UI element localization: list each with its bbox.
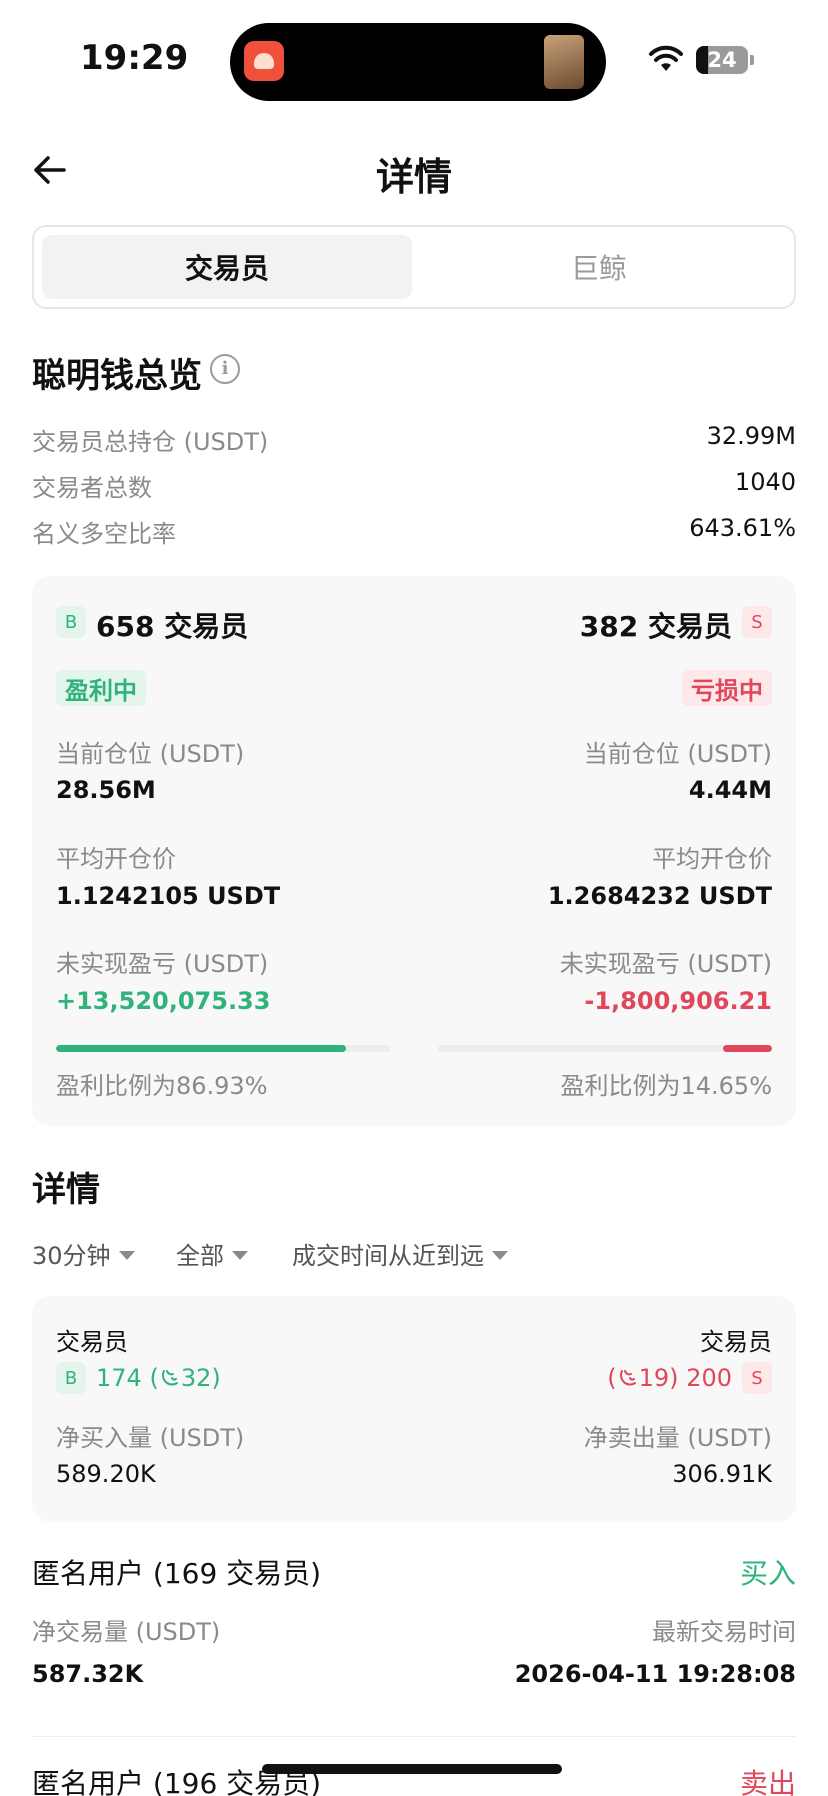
short-profit-ratio: 盈利比例为14.65% (560, 1072, 772, 1100)
filter-scope[interactable]: 全部 (176, 1236, 248, 1271)
long-position-label: 当前仓位 (USDT) (56, 740, 245, 768)
app-icon (244, 41, 284, 81)
open-paren: ( (149, 1364, 159, 1392)
long-position-value: 28.56M (56, 776, 156, 804)
filter-sort[interactable]: 成交时间从近到远 (292, 1236, 508, 1271)
stat-row-long-short-ratio: 名义多空比率 643.61% (32, 514, 796, 554)
status-bar: 19:29 24 (0, 0, 828, 110)
sell-total-count: 200 (686, 1364, 732, 1392)
net-sell-value: 306.91K (672, 1460, 772, 1488)
long-profit-bar-fill (56, 1045, 347, 1052)
caret-down-icon (492, 1251, 508, 1260)
short-profit-bar (438, 1045, 772, 1052)
long-profit-ratio: 盈利比例为86.93% (56, 1072, 268, 1100)
long-pnl-value: +13,520,075.33 (56, 987, 271, 1015)
short-avg-price-value: 1.2684232 USDT (547, 882, 772, 910)
battery-percent: 24 (707, 48, 737, 72)
loss-status-pill: 亏损中 (682, 670, 772, 706)
net-buy-label: 净买入量 (USDT) (56, 1424, 245, 1452)
net-buy-value: 589.20K (56, 1460, 156, 1488)
stat-row-total-position: 交易员总持仓 (USDT) 32.99M (32, 422, 796, 462)
filter-label: 全部 (176, 1242, 224, 1270)
short-avg-price-label: 平均开仓价 (652, 845, 772, 873)
short-profit-bar-fill (723, 1045, 772, 1052)
buy-trader-counts: 174 (32) (96, 1364, 221, 1392)
wifi-icon (649, 45, 683, 71)
sell-trader-counts: (19) 200 (607, 1364, 732, 1392)
open-paren: ( (607, 1364, 617, 1392)
short-pnl-value: -1,800,906.21 (584, 987, 772, 1015)
smart-money-icon (619, 1370, 636, 1386)
trade-row-title: 匿名用户 (169 交易员) (32, 1557, 322, 1590)
short-position-value: 4.44M (688, 776, 772, 804)
page-title: 详情 (375, 155, 452, 199)
smart-money-icon (161, 1370, 178, 1386)
sell-smart-count: 19 (638, 1364, 670, 1392)
buy-badge: B (56, 606, 86, 638)
trade-action-buy: 买入 (739, 1557, 796, 1590)
buy-side-title: 交易员 (56, 1328, 128, 1356)
details-title: 详情 (32, 1170, 100, 1210)
long-profit-bar (56, 1045, 390, 1052)
stat-label: 名义多空比率 (32, 520, 176, 548)
buy-badge: B (56, 1362, 86, 1394)
album-art-icon (544, 35, 584, 89)
trade-row[interactable]: 匿名用户 (169 交易员) 买入 净交易量 (USDT) 最新交易时间 587… (0, 1552, 828, 1728)
long-trader-count: 658 交易员 (96, 610, 249, 643)
short-trader-count: 382 交易员 (579, 610, 732, 643)
traders-flow-card: 交易员 交易员 B 174 (32) (19) 200 S 净买入量 (USDT… (32, 1296, 796, 1522)
filter-timeframe[interactable]: 30分钟 (32, 1236, 135, 1271)
battery-cap (750, 55, 754, 65)
filter-label: 30分钟 (32, 1242, 111, 1270)
trade-action-sell: 卖出 (739, 1767, 796, 1796)
profit-status-pill: 盈利中 (56, 670, 146, 706)
caret-down-icon (232, 1251, 248, 1260)
close-paren: ) (669, 1364, 679, 1392)
tab-traders[interactable]: 交易员 (42, 235, 412, 299)
home-indicator[interactable] (262, 1764, 562, 1774)
stat-label: 交易者总数 (32, 474, 152, 502)
buy-smart-count: 32 (180, 1364, 212, 1392)
tab-whales[interactable]: 巨鲸 (414, 235, 784, 299)
info-icon[interactable]: i (210, 354, 240, 384)
sell-badge: S (742, 1362, 772, 1394)
caret-down-icon (118, 1251, 135, 1260)
stat-label: 交易员总持仓 (USDT) (32, 428, 269, 456)
long-avg-price-value: 1.1242105 USDT (56, 882, 281, 910)
battery-level (696, 46, 708, 74)
long-short-summary-card: B 658 交易员 382 交易员 S 盈利中 亏损中 当前仓位 (USDT) … (32, 576, 796, 1126)
dynamic-island[interactable] (230, 23, 606, 101)
stat-row-trader-count: 交易者总数 1040 (32, 468, 796, 508)
net-volume-label: 净交易量 (USDT) (32, 1618, 221, 1646)
buy-total-count: 174 (96, 1364, 142, 1392)
long-avg-price-label: 平均开仓价 (56, 845, 176, 873)
sell-badge: S (742, 606, 772, 638)
segment-tabs: 交易员 巨鲸 (32, 225, 796, 309)
stat-value: 1040 (734, 468, 796, 496)
overview-title: 聪明钱总览 (32, 356, 202, 396)
battery-icon: 24 (696, 46, 748, 74)
short-position-label: 当前仓位 (USDT) (583, 740, 772, 768)
short-pnl-label: 未实现盈亏 (USDT) (559, 950, 772, 978)
net-sell-label: 净卖出量 (USDT) (583, 1424, 772, 1452)
filter-label: 成交时间从近到远 (292, 1242, 484, 1270)
status-time: 19:29 (80, 38, 189, 78)
latest-time-label: 最新交易时间 (652, 1618, 796, 1646)
latest-time-value: 2026-04-11 19:28:08 (514, 1660, 796, 1688)
sell-side-title: 交易员 (700, 1328, 772, 1356)
close-paren: ) (211, 1364, 221, 1392)
long-pnl-label: 未实现盈亏 (USDT) (56, 950, 269, 978)
stat-value: 32.99M (706, 422, 796, 450)
stat-value: 643.61% (689, 514, 796, 542)
net-volume-value: 587.32K (32, 1660, 144, 1688)
row-divider (32, 1736, 796, 1737)
